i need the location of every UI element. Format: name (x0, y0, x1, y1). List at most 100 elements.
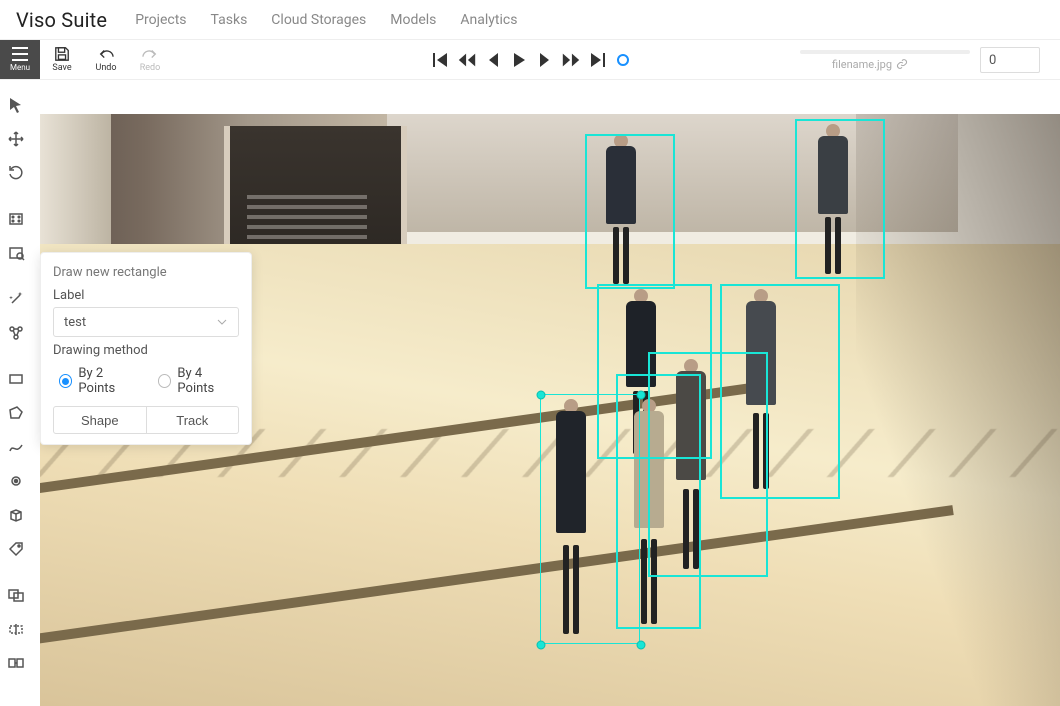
cursor-icon (7, 96, 25, 114)
chevron-down-icon (216, 316, 228, 328)
polygon-tool[interactable] (0, 396, 32, 430)
magic-tool[interactable] (0, 282, 32, 316)
nav-projects[interactable]: Projects (135, 12, 186, 28)
go-last-button[interactable] (587, 51, 607, 69)
split-icon (7, 620, 25, 638)
draw-mode-buttons: Shape Track (53, 406, 239, 434)
workspace: Draw new rectangle Label test Drawing me… (0, 80, 1060, 706)
person-figure (740, 289, 782, 489)
shape-button[interactable]: Shape (53, 406, 147, 434)
go-first-button[interactable] (431, 51, 451, 69)
undo-label: Undo (95, 63, 116, 73)
redo-button[interactable]: Redo (128, 46, 172, 73)
step-back-button[interactable] (483, 51, 503, 69)
radio-dot-off-icon (158, 374, 171, 388)
cursor-tool[interactable] (0, 88, 32, 122)
point-icon (7, 472, 25, 490)
action-toolbar: Menu Save Undo Redo filename.jpg (0, 40, 1060, 80)
label-value: test (64, 315, 86, 330)
cuboid-tool[interactable] (0, 498, 32, 532)
save-button[interactable]: Save (40, 46, 84, 73)
label-select[interactable]: test (53, 307, 239, 337)
split-tool[interactable] (0, 612, 32, 646)
filename-text: filename.jpg (832, 58, 892, 71)
tag-tool[interactable] (0, 532, 32, 566)
frame-number-input[interactable]: 0 (980, 47, 1040, 73)
filename-display: filename.jpg (832, 58, 908, 71)
polygon-icon (7, 404, 25, 422)
rotate-tool[interactable] (0, 156, 32, 190)
tool-sidebar (0, 80, 32, 706)
nav-tasks[interactable]: Tasks (211, 12, 248, 28)
fit-tool[interactable] (0, 202, 32, 236)
radio-by-4-points[interactable]: By 4 Points (158, 366, 239, 396)
group-icon (7, 586, 25, 604)
file-actions: Save Undo Redo (40, 40, 172, 79)
merge-icon (7, 654, 25, 672)
rotate-icon (7, 164, 25, 182)
skip-last-icon (587, 51, 607, 69)
play-icon (509, 51, 529, 69)
skip-first-icon (431, 51, 451, 69)
points-tool[interactable] (0, 464, 32, 498)
nodes-icon (7, 324, 25, 342)
nav-cloud-storages[interactable]: Cloud Storages (271, 12, 366, 28)
fast-fwd-button[interactable] (561, 51, 581, 69)
region-tool[interactable] (0, 236, 32, 270)
radio-by-2-points[interactable]: By 2 Points (59, 366, 140, 396)
play-button[interactable] (509, 51, 529, 69)
nav-links: Projects Tasks Cloud Storages Models Ana… (135, 12, 517, 28)
fast-back-icon (457, 51, 477, 69)
save-label: Save (52, 63, 71, 73)
rectangle-icon (7, 370, 25, 388)
radio-dot-on-icon (59, 374, 72, 388)
person-figure (812, 124, 854, 274)
rectangle-tool[interactable] (0, 362, 32, 396)
drawing-method-radios: By 2 Points By 4 Points (59, 366, 239, 396)
group-tool[interactable] (0, 578, 32, 612)
person-figure (600, 134, 642, 284)
track-button[interactable]: Track (147, 406, 240, 434)
magic-wand-icon (7, 290, 25, 308)
polyline-icon (7, 438, 25, 456)
step-fwd-button[interactable] (535, 51, 555, 69)
nav-models[interactable]: Models (390, 12, 436, 28)
redo-label: Redo (140, 63, 161, 73)
person-figure (550, 399, 592, 634)
fit-icon (7, 210, 25, 228)
brand-title: Viso Suite (16, 8, 107, 32)
hamburger-icon (12, 47, 28, 61)
method-section: Drawing method (53, 343, 239, 358)
merge-tool[interactable] (0, 646, 32, 680)
chevron-left-icon (483, 51, 503, 69)
menu-label: Menu (10, 63, 30, 72)
frame-controls: filename.jpg 0 (800, 40, 1040, 80)
panel-title: Draw new rectangle (53, 265, 239, 280)
polyline-tool[interactable] (0, 430, 32, 464)
radio-by4-label: By 4 Points (177, 366, 239, 396)
top-nav: Viso Suite Projects Tasks Cloud Storages… (0, 0, 1060, 40)
move-icon (7, 130, 25, 148)
undo-button[interactable]: Undo (84, 46, 128, 73)
openvino-tool[interactable] (0, 316, 32, 350)
fast-back-button[interactable] (457, 51, 477, 69)
person-figure (670, 359, 712, 569)
move-tool[interactable] (0, 122, 32, 156)
radio-by2-label: By 2 Points (78, 366, 140, 396)
nav-analytics[interactable]: Analytics (460, 12, 517, 28)
menu-button[interactable]: Menu (0, 40, 40, 79)
frame-player (431, 40, 629, 80)
save-icon (53, 46, 71, 62)
person-figure (628, 399, 670, 624)
redo-icon (141, 46, 159, 62)
label-section: Label (53, 288, 239, 303)
chevron-right-icon (535, 51, 555, 69)
link-icon[interactable] (896, 58, 908, 70)
undo-icon (97, 46, 115, 62)
loop-indicator[interactable] (617, 54, 629, 66)
fast-fwd-icon (561, 51, 581, 69)
draw-rectangle-panel: Draw new rectangle Label test Drawing me… (40, 252, 252, 445)
zoom-region-icon (7, 244, 25, 262)
cuboid-icon (7, 506, 25, 524)
frame-slider[interactable] (800, 50, 970, 54)
